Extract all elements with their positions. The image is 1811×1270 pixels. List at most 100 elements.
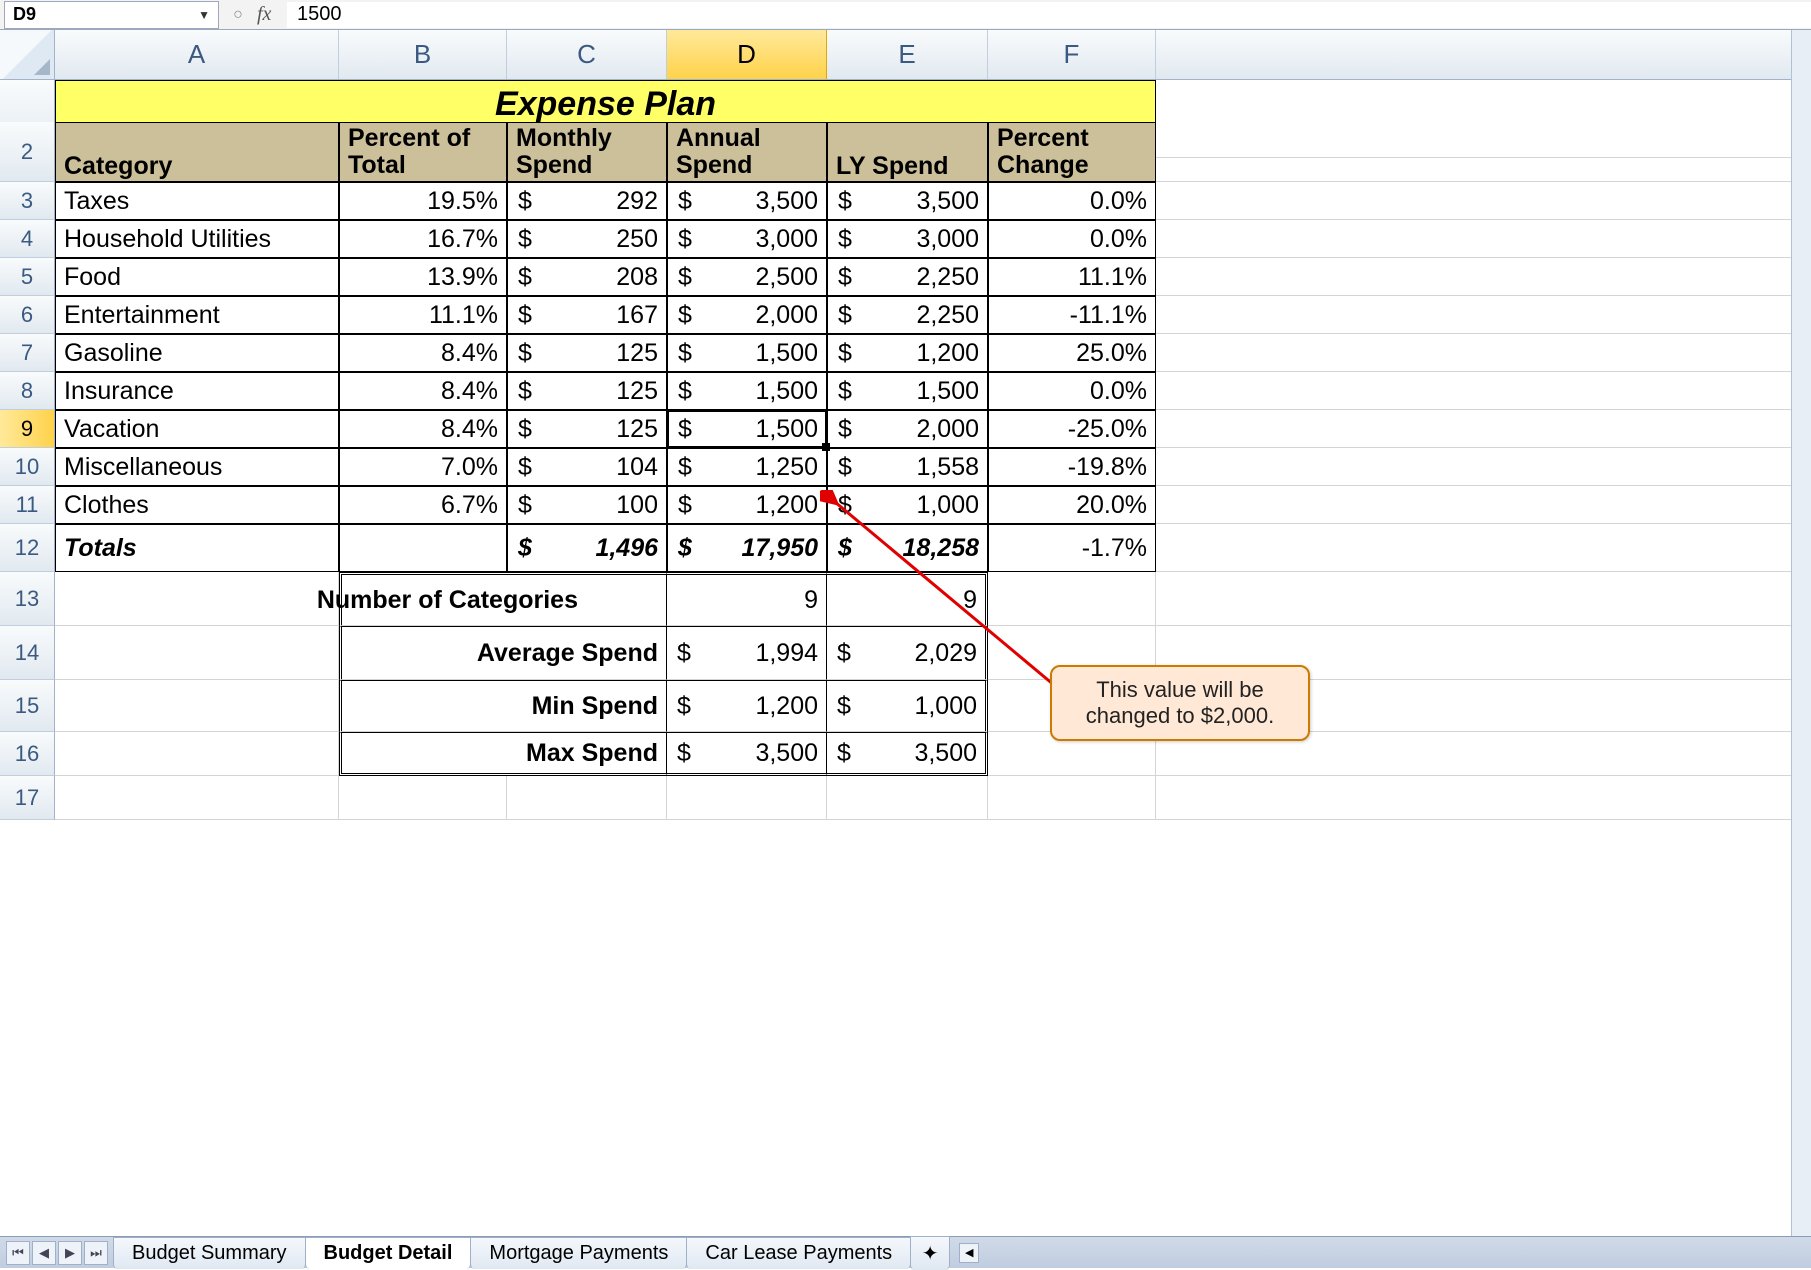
row-header-13[interactable]: 13 <box>0 572 55 626</box>
avg-label[interactable]: Average Spend <box>507 626 667 680</box>
col-header-B[interactable]: B <box>339 30 507 79</box>
row-header-4[interactable]: 4 <box>0 220 55 258</box>
hdr-pct-total[interactable]: Percent ofTotal <box>339 122 507 182</box>
cell-annual-10[interactable]: $1,250 <box>667 448 827 486</box>
cell-monthly-9[interactable]: $125 <box>507 410 667 448</box>
cell-annual-11[interactable]: $1,200 <box>667 486 827 524</box>
row-header-7[interactable]: 7 <box>0 334 55 372</box>
cell-ly-8[interactable]: $1,500 <box>827 372 988 410</box>
name-box-dropdown-icon[interactable]: ▼ <box>198 8 210 22</box>
cell-ly-3[interactable]: $3,500 <box>827 182 988 220</box>
cell-pct-7[interactable]: 8.4% <box>339 334 507 372</box>
min-d[interactable]: $1,200 <box>667 680 827 732</box>
sheet-tab-budget-detail[interactable]: Budget Detail <box>305 1237 472 1269</box>
row-header-17[interactable]: 17 <box>0 776 55 820</box>
cell-pct-10[interactable]: 7.0% <box>339 448 507 486</box>
cell-ly-10[interactable]: $1,558 <box>827 448 988 486</box>
cell-blank[interactable] <box>1156 182 1811 220</box>
max-d[interactable]: $3,500 <box>667 732 827 776</box>
cell-ly-6[interactable]: $2,250 <box>827 296 988 334</box>
num-cat-e[interactable]: 9 <box>827 572 988 626</box>
cell-blank[interactable] <box>1156 296 1811 334</box>
cell-ly-4[interactable]: $3,000 <box>827 220 988 258</box>
cell-category-10[interactable]: Miscellaneous <box>55 448 339 486</box>
cell-F13[interactable] <box>988 572 1156 626</box>
cell-monthly-11[interactable]: $100 <box>507 486 667 524</box>
cell-A13[interactable] <box>55 572 339 626</box>
cell-monthly-8[interactable]: $125 <box>507 372 667 410</box>
tab-nav-prev-icon[interactable]: ◀ <box>32 1241 56 1265</box>
cell-B17[interactable] <box>339 776 507 820</box>
cell-chg-7[interactable]: 25.0% <box>988 334 1156 372</box>
formula-input[interactable]: 1500 <box>287 2 1811 28</box>
cell-blank[interactable] <box>1156 486 1811 524</box>
col-header-C[interactable]: C <box>507 30 667 79</box>
row-header-12[interactable]: 12 <box>0 524 55 572</box>
row-header-11[interactable]: 11 <box>0 486 55 524</box>
cell-chg-4[interactable]: 0.0% <box>988 220 1156 258</box>
cell-category-6[interactable]: Entertainment <box>55 296 339 334</box>
cell-chg-10[interactable]: -19.8% <box>988 448 1156 486</box>
cell-monthly-10[interactable]: $104 <box>507 448 667 486</box>
cell-annual-5[interactable]: $2,500 <box>667 258 827 296</box>
cell-category-7[interactable]: Gasoline <box>55 334 339 372</box>
cell-ly-9[interactable]: $2,000 <box>827 410 988 448</box>
cell-annual-6[interactable]: $2,000 <box>667 296 827 334</box>
totals-pct[interactable] <box>339 524 507 572</box>
min-label[interactable]: Min Spend <box>507 680 667 732</box>
cell-chg-8[interactable]: 0.0% <box>988 372 1156 410</box>
cell-pct-4[interactable]: 16.7% <box>339 220 507 258</box>
row-header-6[interactable]: 6 <box>0 296 55 334</box>
row-header-10[interactable]: 10 <box>0 448 55 486</box>
cell-blank[interactable] <box>1156 258 1811 296</box>
hdr-annual[interactable]: AnnualSpend <box>667 122 827 182</box>
cell-category-8[interactable]: Insurance <box>55 372 339 410</box>
min-e[interactable]: $1,000 <box>827 680 988 732</box>
max-label-b[interactable] <box>339 732 507 776</box>
cell-category-5[interactable]: Food <box>55 258 339 296</box>
num-cat-d[interactable]: 9 <box>667 572 827 626</box>
totals-label[interactable]: Totals <box>55 524 339 572</box>
tab-nav-first-icon[interactable]: ⏮ <box>6 1241 30 1265</box>
col-header-D[interactable]: D <box>667 30 827 79</box>
cell-annual-7[interactable]: $1,500 <box>667 334 827 372</box>
vertical-scrollbar[interactable] <box>1791 30 1811 1236</box>
cell-chg-3[interactable]: 0.0% <box>988 182 1156 220</box>
totals-monthly[interactable]: $1,496 <box>507 524 667 572</box>
cell-F17[interactable] <box>988 776 1156 820</box>
hdr-monthly[interactable]: MonthlySpend <box>507 122 667 182</box>
cell-chg-11[interactable]: 20.0% <box>988 486 1156 524</box>
name-box[interactable]: D9 ▼ <box>4 1 219 29</box>
cell-pct-6[interactable]: 11.1% <box>339 296 507 334</box>
cell-blank[interactable] <box>1156 572 1811 626</box>
cell-A14[interactable] <box>55 626 339 680</box>
cell-pct-11[interactable]: 6.7% <box>339 486 507 524</box>
cell-monthly-5[interactable]: $208 <box>507 258 667 296</box>
cell-C17[interactable] <box>507 776 667 820</box>
cell-D17[interactable] <box>667 776 827 820</box>
cell-chg-5[interactable]: 11.1% <box>988 258 1156 296</box>
col-header-E[interactable]: E <box>827 30 988 79</box>
cell-pct-5[interactable]: 13.9% <box>339 258 507 296</box>
cell-monthly-6[interactable]: $167 <box>507 296 667 334</box>
min-label-b[interactable] <box>339 680 507 732</box>
cell-blank[interactable] <box>1156 776 1811 820</box>
cell-ly-7[interactable]: $1,200 <box>827 334 988 372</box>
cell-annual-3[interactable]: $3,500 <box>667 182 827 220</box>
fx-icon[interactable]: fx <box>257 3 287 26</box>
totals-ly[interactable]: $18,258 <box>827 524 988 572</box>
cell-blank[interactable] <box>1156 122 1811 182</box>
num-cat-label[interactable]: Number of Categories <box>507 572 667 626</box>
row-header-16[interactable]: 16 <box>0 732 55 776</box>
tab-nav-last-icon[interactable]: ⏭ <box>84 1241 108 1265</box>
cell-chg-9[interactable]: -25.0% <box>988 410 1156 448</box>
cell-category-11[interactable]: Clothes <box>55 486 339 524</box>
col-header-F[interactable]: F <box>988 30 1156 79</box>
row-header-5[interactable]: 5 <box>0 258 55 296</box>
cell-A16[interactable] <box>55 732 339 776</box>
tab-nav-next-icon[interactable]: ▶ <box>58 1241 82 1265</box>
avg-d[interactable]: $1,994 <box>667 626 827 680</box>
cell-category-9[interactable]: Vacation <box>55 410 339 448</box>
totals-chg[interactable]: -1.7% <box>988 524 1156 572</box>
hdr-category[interactable]: Category <box>55 122 339 182</box>
